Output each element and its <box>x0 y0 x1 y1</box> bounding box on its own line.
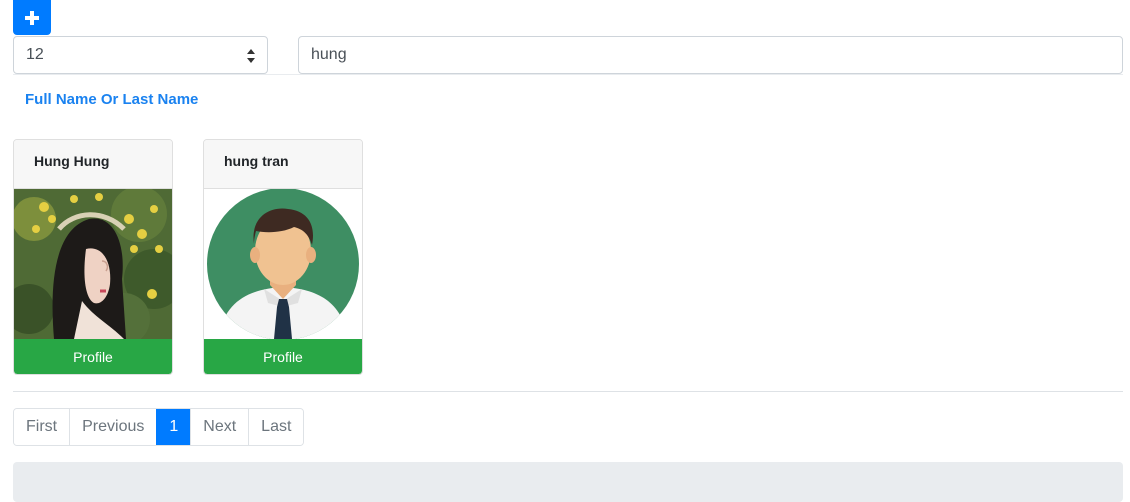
divider <box>13 391 1123 392</box>
page-current[interactable]: 1 <box>156 409 191 445</box>
profile-button[interactable]: Profile <box>14 339 172 374</box>
user-name: hung tran <box>204 140 362 189</box>
pagination: First Previous 1 Next Last <box>13 408 305 446</box>
search-input[interactable] <box>298 36 1123 74</box>
page-previous[interactable]: Previous <box>69 409 157 445</box>
plus-icon <box>25 10 39 25</box>
page-size-select[interactable]: 12 <box>13 36 268 74</box>
footer-bar <box>13 462 1123 502</box>
sort-arrows-icon <box>247 49 255 63</box>
avatar-icon <box>207 189 359 339</box>
add-button[interactable] <box>13 0 51 35</box>
profile-button[interactable]: Profile <box>204 339 362 374</box>
user-photo <box>14 189 172 339</box>
user-photo-image <box>14 189 172 339</box>
page-size-value: 12 <box>26 46 44 63</box>
user-name: Hung Hung <box>14 140 172 189</box>
header-divider <box>13 74 1123 75</box>
user-card: Hung Hung Profile <box>13 139 173 375</box>
user-card: hung tran Profile <box>203 139 363 375</box>
page-next[interactable]: Next <box>190 409 249 445</box>
default-avatar <box>204 189 362 339</box>
page-last[interactable]: Last <box>248 409 304 445</box>
page-first[interactable]: First <box>14 409 70 445</box>
filter-label[interactable]: Full Name Or Last Name <box>25 91 198 108</box>
